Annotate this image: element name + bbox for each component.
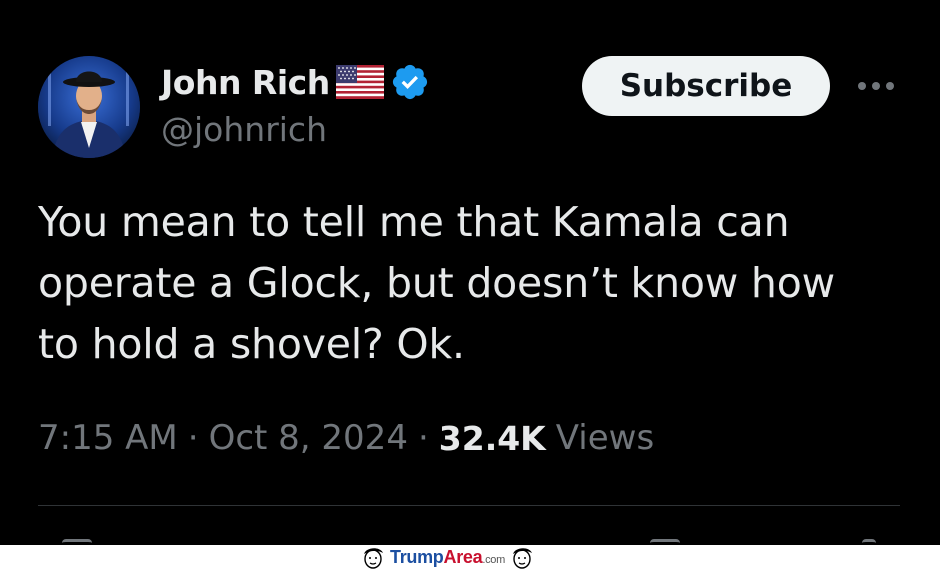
trump-face-icon [509,545,535,569]
watermark: TrumpArea.com [360,545,535,569]
tweet-card: John Rich @johnrich Subscribe You mean t… [0,0,940,545]
meta-separator: · [187,418,199,458]
tweet-text-line: to hold a shovel? Ok. [38,320,465,368]
watermark-bar: TrumpArea.com [0,545,940,569]
tweet-date[interactable]: Oct 8, 2024 [209,418,408,458]
tweet-text-line: You mean to tell me that Kamala can [38,198,790,246]
trump-face-icon [360,545,386,569]
subscribe-button[interactable]: Subscribe [582,56,830,116]
avatar[interactable] [38,56,140,158]
meta-separator: · [417,418,429,458]
us-flag-icon [335,65,384,99]
tweet-text: You mean to tell me that Kamala can oper… [38,192,918,375]
more-options-button[interactable] [852,70,900,102]
views-count[interactable]: 32.4K [439,419,546,458]
divider [38,505,900,506]
screenshot: John Rich @johnrich Subscribe You mean t… [0,0,940,569]
author-handle[interactable]: @johnrich [161,110,327,149]
author-display-name[interactable]: John Rich [161,63,330,102]
verified-badge-icon[interactable] [390,62,430,102]
tweet-time[interactable]: 7:15 AM [38,418,178,458]
more-options-icon [856,81,896,91]
tweet-text-line: operate a Glock, but doesn’t know how [38,259,835,307]
watermark-text: TrumpArea.com [390,546,505,567]
tweet-meta: 7:15 AM · Oct 8, 2024 · 32.4K Views [38,414,654,462]
views-label[interactable]: Views [556,418,654,458]
author-name-row[interactable]: John Rich [161,58,430,106]
